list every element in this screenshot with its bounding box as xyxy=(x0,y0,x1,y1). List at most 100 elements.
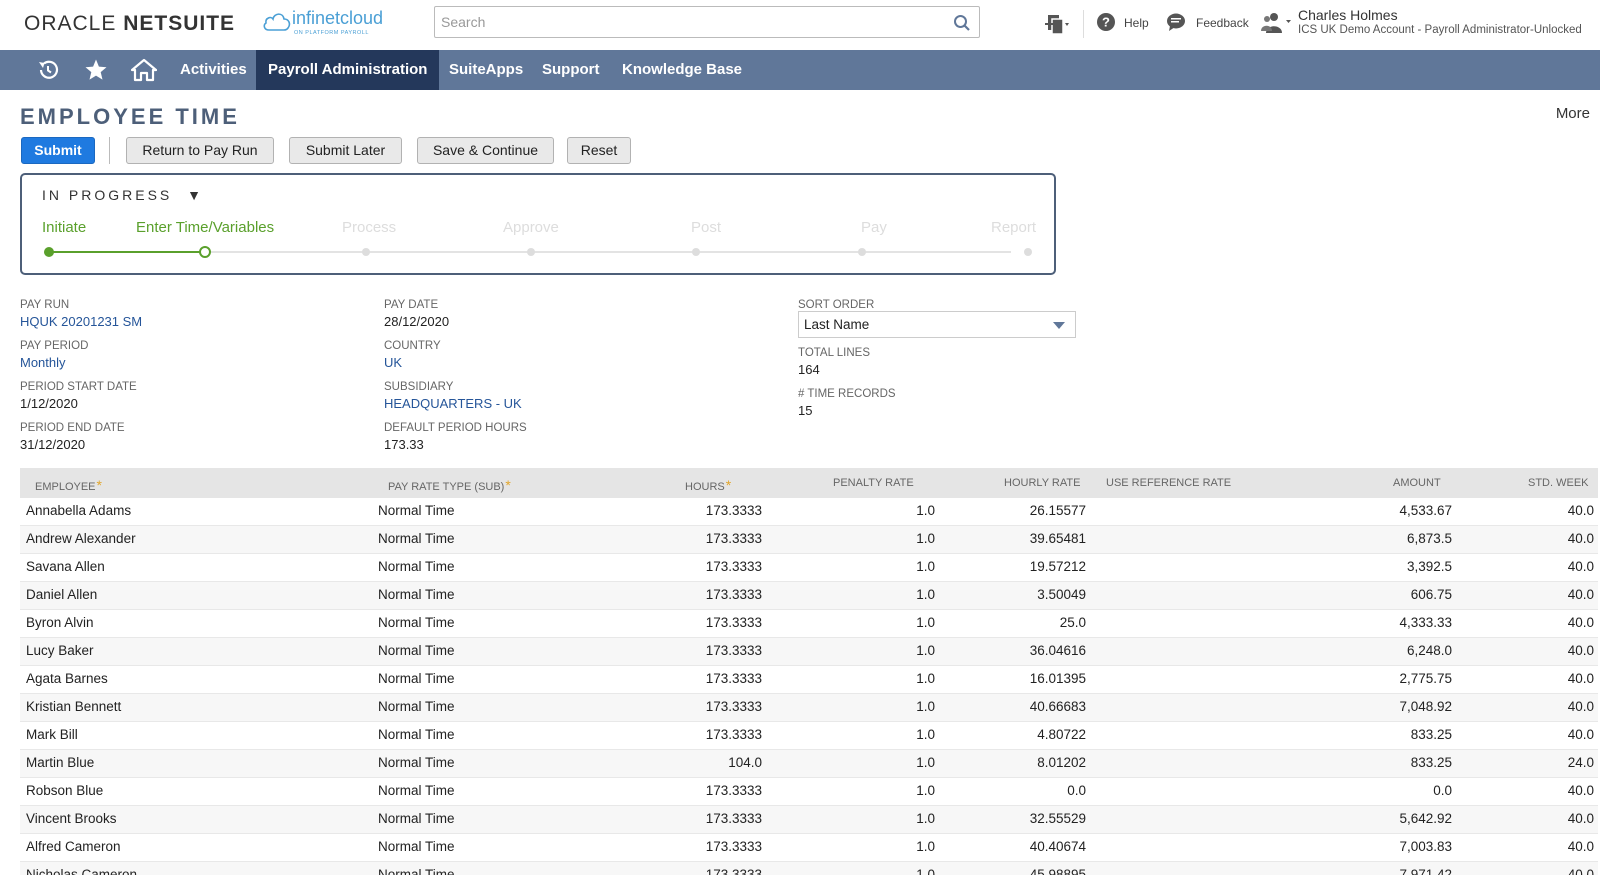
cell-amount[interactable]: 7,048.92 xyxy=(1399,699,1452,714)
cell-employee[interactable]: Lucy Baker xyxy=(26,643,94,658)
cell-std-week[interactable]: 40.0 xyxy=(1568,671,1594,686)
table-row[interactable]: Andrew Alexander Normal Time 173.3333 1.0 39… xyxy=(20,526,1598,554)
cell-employee[interactable]: Savana Allen xyxy=(26,559,105,574)
cell-pay-rate-type[interactable]: Normal Time xyxy=(378,587,455,602)
cell-hourly-rate[interactable]: 45.98895 xyxy=(1030,867,1086,875)
cell-penalty-rate[interactable]: 1.0 xyxy=(916,559,935,574)
progress-status-toggle[interactable]: IN PROGRESS ▼ xyxy=(42,187,201,203)
cell-hours[interactable]: 173.3333 xyxy=(706,699,762,714)
user-name[interactable]: Charles Holmes xyxy=(1298,7,1398,23)
return-to-pay-run-button[interactable]: Return to Pay Run xyxy=(126,137,274,164)
cell-std-week[interactable]: 40.0 xyxy=(1568,531,1594,546)
cell-penalty-rate[interactable]: 1.0 xyxy=(916,783,935,798)
cell-pay-rate-type[interactable]: Normal Time xyxy=(378,783,455,798)
sort-order-select[interactable]: Last Name xyxy=(798,311,1076,338)
cell-employee[interactable]: Andrew Alexander xyxy=(26,531,136,546)
table-row[interactable]: Mark Bill Normal Time 173.3333 1.0 4.80722 83… xyxy=(20,722,1598,750)
cell-penalty-rate[interactable]: 1.0 xyxy=(916,839,935,854)
cell-hours[interactable]: 173.3333 xyxy=(706,867,762,875)
cell-hourly-rate[interactable]: 4.80722 xyxy=(1037,727,1086,742)
cell-pay-rate-type[interactable]: Normal Time xyxy=(378,503,455,518)
new-record-icon[interactable] xyxy=(1044,12,1070,39)
oracle-netsuite-logo[interactable]: ORACLE NETSUITE xyxy=(24,12,235,36)
cell-pay-rate-type[interactable]: Normal Time xyxy=(378,559,455,574)
cell-employee[interactable]: Mark Bill xyxy=(26,727,78,742)
nav-support[interactable]: Support xyxy=(530,50,612,90)
cell-hours[interactable]: 173.3333 xyxy=(706,531,762,546)
cell-hourly-rate[interactable]: 32.55529 xyxy=(1030,811,1086,826)
pay-period-link[interactable]: Monthly xyxy=(20,355,66,370)
cell-pay-rate-type[interactable]: Normal Time xyxy=(378,811,455,826)
cell-pay-rate-type[interactable]: Normal Time xyxy=(378,671,455,686)
cell-hours[interactable]: 173.3333 xyxy=(706,559,762,574)
col-std-week[interactable]: STD. WEEK xyxy=(1528,477,1589,489)
cell-hours[interactable]: 173.3333 xyxy=(706,587,762,602)
cell-employee[interactable]: Vincent Brooks xyxy=(26,811,117,826)
cell-pay-rate-type[interactable]: Normal Time xyxy=(378,615,455,630)
cell-amount[interactable]: 3,392.5 xyxy=(1407,559,1452,574)
col-penalty-rate[interactable]: PENALTY RATE xyxy=(833,477,914,489)
cell-amount[interactable]: 5,642.92 xyxy=(1399,811,1452,826)
col-hourly-rate[interactable]: HOURLY RATE xyxy=(1004,477,1080,489)
cell-pay-rate-type[interactable]: Normal Time xyxy=(378,699,455,714)
col-employee[interactable]: EMPLOYEE* xyxy=(35,477,102,493)
cell-hourly-rate[interactable]: 40.40674 xyxy=(1030,839,1086,854)
reset-button[interactable]: Reset xyxy=(567,137,631,164)
cell-amount[interactable]: 4,533.67 xyxy=(1399,503,1452,518)
cell-hours[interactable]: 173.3333 xyxy=(706,811,762,826)
cell-amount[interactable]: 606.75 xyxy=(1411,587,1452,602)
col-amount[interactable]: AMOUNT xyxy=(1393,477,1441,489)
nav-knowledge-base[interactable]: Knowledge Base xyxy=(610,50,754,90)
table-row[interactable]: Vincent Brooks Normal Time 173.3333 1.0 32.5… xyxy=(20,806,1598,834)
cell-std-week[interactable]: 40.0 xyxy=(1568,559,1594,574)
table-row[interactable]: Savana Allen Normal Time 173.3333 1.0 19.572… xyxy=(20,554,1598,582)
nav-suiteapps[interactable]: SuiteApps xyxy=(437,50,535,90)
cell-penalty-rate[interactable]: 1.0 xyxy=(916,531,935,546)
help-icon[interactable]: ? xyxy=(1096,12,1116,35)
nav-activities[interactable]: Activities xyxy=(168,50,259,90)
cell-employee[interactable]: Kristian Bennett xyxy=(26,699,121,714)
cell-pay-rate-type[interactable]: Normal Time xyxy=(378,839,455,854)
cell-hourly-rate[interactable]: 25.0 xyxy=(1060,615,1086,630)
cell-amount[interactable]: 6,248.0 xyxy=(1407,643,1452,658)
global-search[interactable] xyxy=(434,6,980,38)
cell-amount[interactable]: 4,333.33 xyxy=(1399,615,1452,630)
table-row[interactable]: Agata Barnes Normal Time 173.3333 1.0 16.013… xyxy=(20,666,1598,694)
cell-hourly-rate[interactable]: 40.66683 xyxy=(1030,699,1086,714)
cell-std-week[interactable]: 40.0 xyxy=(1568,783,1594,798)
cell-amount[interactable]: 7,971.42 xyxy=(1399,867,1452,875)
cell-hours[interactable]: 173.3333 xyxy=(706,783,762,798)
cell-hourly-rate[interactable]: 26.15577 xyxy=(1030,503,1086,518)
status-dropdown-icon[interactable]: ▼ xyxy=(187,187,201,203)
nav-payroll-administration[interactable]: Payroll Administration xyxy=(256,50,440,90)
user-role[interactable]: ICS UK Demo Account - Payroll Administra… xyxy=(1298,24,1582,36)
cell-hourly-rate[interactable]: 19.57212 xyxy=(1030,559,1086,574)
cell-employee[interactable]: Daniel Allen xyxy=(26,587,97,602)
cell-hours[interactable]: 173.3333 xyxy=(706,727,762,742)
table-row[interactable]: Annabella Adams Normal Time 173.3333 1.0 26.… xyxy=(20,498,1598,526)
cell-hourly-rate[interactable]: 8.01202 xyxy=(1037,755,1086,770)
cell-amount[interactable]: 2,775.75 xyxy=(1399,671,1452,686)
search-input[interactable] xyxy=(435,7,935,37)
cell-employee[interactable]: Byron Alvin xyxy=(26,615,94,630)
cell-amount[interactable]: 7,003.83 xyxy=(1399,839,1452,854)
cell-std-week[interactable]: 40.0 xyxy=(1568,699,1594,714)
cell-employee[interactable]: Agata Barnes xyxy=(26,671,108,686)
cell-std-week[interactable]: 40.0 xyxy=(1568,839,1594,854)
cell-pay-rate-type[interactable]: Normal Time xyxy=(378,727,455,742)
cell-employee[interactable]: Martin Blue xyxy=(26,755,94,770)
cell-employee[interactable]: Robson Blue xyxy=(26,783,103,798)
cell-penalty-rate[interactable]: 1.0 xyxy=(916,671,935,686)
cell-std-week[interactable]: 40.0 xyxy=(1568,503,1594,518)
cell-std-week[interactable]: 40.0 xyxy=(1568,587,1594,602)
cell-std-week[interactable]: 40.0 xyxy=(1568,615,1594,630)
chevron-down-icon[interactable] xyxy=(1053,322,1065,329)
shortcuts-star-icon[interactable] xyxy=(84,58,108,85)
cell-penalty-rate[interactable]: 1.0 xyxy=(916,727,935,742)
recent-records-icon[interactable] xyxy=(36,58,60,85)
cell-penalty-rate[interactable]: 1.0 xyxy=(916,503,935,518)
country-link[interactable]: UK xyxy=(384,355,402,370)
submit-later-button[interactable]: Submit Later xyxy=(289,137,402,164)
more-link[interactable]: More xyxy=(1556,105,1590,122)
save-continue-button[interactable]: Save & Continue xyxy=(417,137,554,164)
